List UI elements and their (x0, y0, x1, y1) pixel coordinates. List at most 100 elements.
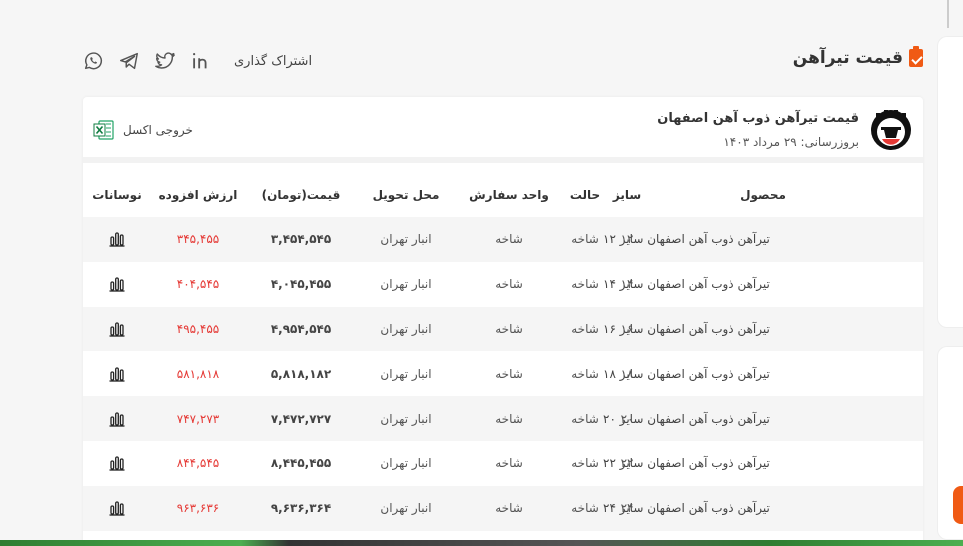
side-panel-card-top (937, 36, 963, 328)
column-header-vat[interactable]: ارزش افزوده (151, 173, 245, 217)
bar-chart-icon (109, 456, 125, 472)
cell-place: انبار تهران (380, 277, 432, 292)
column-header-product[interactable]: محصول (643, 173, 883, 217)
cell-state: شاخه (571, 411, 599, 426)
cell-price: ۹,۶۳۶,۳۶۴ (270, 501, 332, 516)
cell-size: ۲۰ (620, 411, 634, 426)
card-header: قیمت تیرآهن ذوب آهن اصفهان بروزرسانی: ۲۹… (83, 97, 923, 163)
bar-chart-icon (109, 411, 125, 427)
cell-state: شاخه (571, 366, 599, 381)
fluctuation-chart-button[interactable] (87, 351, 147, 396)
bar-chart-icon (109, 232, 125, 248)
cell-size: ۱۶ (620, 321, 634, 336)
whatsapp-icon[interactable] (82, 50, 104, 72)
fluctuation-chart-button[interactable] (87, 217, 147, 262)
fluctuation-chart-button[interactable] (87, 486, 147, 531)
cell-product[interactable]: تیرآهن ذوب آهن اصفهان سایز ۱۶ (603, 307, 913, 352)
clipboard-icon (909, 46, 923, 67)
table-row: تیرآهن ذوب آهن اصفهان سایز ۱۶ ۱۶ شاخه شاخه ا… (83, 306, 923, 352)
cell-size: ۱۸ (620, 366, 634, 381)
fluctuation-chart-button[interactable] (87, 307, 147, 352)
cell-place: انبار تهران (380, 366, 432, 381)
bottom-taskbar-strip (0, 540, 963, 546)
price-table: محصول سایز حالت واحد سفارش محل تحویل قیم… (83, 173, 923, 531)
side-action-button[interactable] (953, 486, 963, 524)
cell-size: ۱۴ (620, 277, 634, 292)
esfahan-steel-logo (871, 110, 911, 150)
column-header-unit[interactable]: واحد سفارش (455, 173, 563, 217)
cell-state: شاخه (571, 277, 599, 292)
cell-unit: شاخه (495, 366, 523, 381)
table-row: تیرآهن ذوب آهن اصفهان سایز ۱۲ ۱۲ شاخه شاخه ا… (83, 217, 923, 262)
twitter-icon[interactable] (154, 50, 176, 72)
cell-vat: ۴۰۴,۵۴۵ (176, 277, 220, 292)
table-row: تیرآهن ذوب آهن اصفهان سایز ۲۴ ۲۴ شاخه شاخه ا… (83, 485, 923, 531)
cell-unit: شاخه (495, 456, 523, 471)
table-row: تیرآهن ذوب آهن اصفهان سایز ۱۸ ۱۸ شاخه شاخه ا… (83, 351, 923, 396)
cell-price: ۵,۸۱۸,۱۸۲ (270, 366, 332, 381)
cell-state: شاخه (571, 501, 599, 516)
column-header-place[interactable]: محل تحویل (351, 173, 461, 217)
cell-price: ۴,۰۴۵,۴۵۵ (270, 277, 332, 292)
cell-place: انبار تهران (380, 501, 432, 516)
cell-price: ۳,۴۵۴,۵۴۵ (270, 232, 332, 247)
fluctuation-chart-button[interactable] (87, 262, 147, 307)
cell-state: شاخه (571, 321, 599, 336)
cell-state: شاخه (571, 232, 599, 247)
page: قیمت تیرآهن اشتراک گذاری قیمت تیرآهن ذوب… (0, 0, 963, 546)
cell-product[interactable]: تیرآهن ذوب آهن اصفهان سایز ۱۸ (603, 351, 913, 396)
cell-unit: شاخه (495, 411, 523, 426)
cell-place: انبار تهران (380, 411, 432, 426)
cell-price: ۷,۴۷۲,۷۲۷ (270, 411, 332, 426)
column-header-fluctuation[interactable]: نوسانات (87, 173, 147, 217)
fluctuation-chart-button[interactable] (87, 441, 147, 486)
excel-export-button[interactable]: خروجی اکسل (93, 119, 193, 141)
table-header: محصول سایز حالت واحد سفارش محل تحویل قیم… (83, 173, 923, 217)
column-header-state[interactable]: حالت (565, 173, 605, 217)
cell-vat: ۴۹۵,۴۵۵ (176, 321, 220, 336)
cell-vat: ۳۴۵,۴۵۵ (176, 232, 220, 247)
cell-unit: شاخه (495, 501, 523, 516)
cell-product[interactable]: تیرآهن ذوب آهن اصفهان سایز ۱۴ (603, 262, 913, 307)
column-header-price[interactable]: قیمت(تومان) (253, 173, 349, 217)
cell-size: ۱۲ (620, 232, 634, 247)
bar-chart-icon (109, 501, 125, 516)
cell-unit: شاخه (495, 321, 523, 336)
page-header: قیمت تیرآهن (792, 46, 923, 68)
cell-price: ۴,۹۵۴,۵۴۵ (270, 321, 332, 336)
cell-price: ۸,۴۴۵,۴۵۵ (270, 456, 332, 471)
price-card: قیمت تیرآهن ذوب آهن اصفهان بروزرسانی: ۲۹… (83, 97, 923, 546)
bar-chart-icon (109, 367, 125, 382)
cell-unit: شاخه (495, 277, 523, 292)
table-row: تیرآهن ذوب آهن اصفهان سایز ۲۰ ۲۰ شاخه شاخه ا… (83, 396, 923, 441)
cell-place: انبار تهران (380, 232, 432, 247)
excel-export-label: خروجی اکسل (123, 123, 193, 137)
product-title: قیمت تیرآهن ذوب آهن اصفهان (657, 111, 859, 126)
cell-size: ۲۲ (620, 456, 634, 471)
table-body: تیرآهن ذوب آهن اصفهان سایز ۱۲ ۱۲ شاخه شاخه ا… (83, 217, 923, 531)
update-date: بروزرسانی: ۲۹ مرداد ۱۴۰۳ (723, 135, 859, 149)
bar-chart-icon (109, 277, 125, 292)
telegram-icon[interactable] (118, 50, 140, 72)
table-row: تیرآهن ذوب آهن اصفهان سایز ۲۲ ۲۲ شاخه شاخه ا… (83, 441, 923, 486)
column-header-size[interactable]: سایز (609, 173, 645, 217)
cell-vat: ۸۴۴,۵۴۵ (176, 456, 220, 471)
excel-icon (93, 120, 114, 140)
cell-product[interactable]: تیرآهن ذوب آهن اصفهان سایز ۱۲ (603, 217, 913, 262)
cell-unit: شاخه (495, 232, 523, 247)
cell-product[interactable]: تیرآهن ذوب آهن اصفهان سایز ۲۲ (603, 441, 913, 486)
cell-state: شاخه (571, 456, 599, 471)
fluctuation-chart-button[interactable] (87, 396, 147, 441)
bar-chart-icon (109, 322, 125, 337)
cell-vat: ۷۴۷,۲۷۳ (176, 411, 220, 426)
cell-place: انبار تهران (380, 321, 432, 336)
linkedin-icon[interactable] (190, 50, 212, 72)
cell-vat: ۵۸۱,۸۱۸ (176, 366, 220, 381)
table-row: تیرآهن ذوب آهن اصفهان سایز ۱۴ ۱۴ شاخه شاخه ا… (83, 262, 923, 307)
cell-product[interactable]: تیرآهن ذوب آهن اصفهان سایز ۲۴ (603, 486, 913, 531)
cell-vat: ۹۶۳,۶۳۶ (176, 501, 220, 516)
share-bar: اشتراک گذاری (82, 50, 312, 72)
cell-product[interactable]: تیرآهن ذوب آهن اصفهان سایز ۲۰ (603, 396, 913, 441)
share-label: اشتراک گذاری (234, 53, 313, 69)
page-title: قیمت تیرآهن (792, 48, 903, 68)
